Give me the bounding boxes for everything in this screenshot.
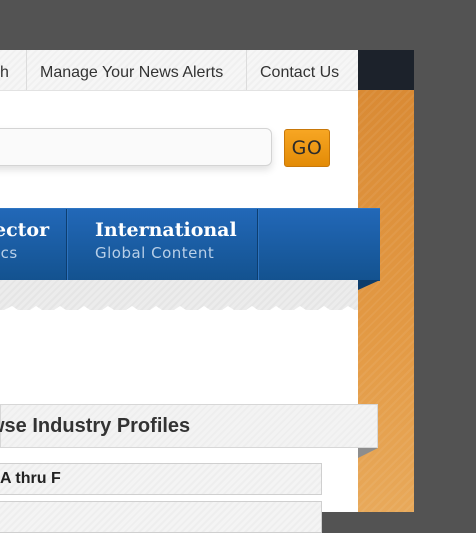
list-item-label: A thru F [0,470,61,487]
topnav-link-contact[interactable]: Contact Us [260,50,339,90]
tab-divider [257,209,258,281]
search-input[interactable] [0,128,272,166]
tab-sector-title: ector [0,219,50,241]
panel-title: wse Industry Profiles [0,415,191,437]
top-navigation: ch Manage Your News Alerts Contact Us [0,50,358,91]
topnav-link-news-alerts[interactable]: Manage Your News Alerts [40,50,223,90]
topnav-divider [26,50,27,90]
list-item[interactable]: A thru F [0,463,322,495]
tab-sector[interactable]: ector ics [0,209,66,281]
tab-international-title: International [95,219,237,241]
panel-header-fold [358,448,378,458]
tab-bar-fold [358,280,380,290]
tab-sector-subtitle: ics [0,244,18,262]
industry-profiles-header: wse Industry Profiles [0,404,378,448]
topnav-link-search[interactable]: ch [0,50,9,90]
topnav-divider [246,50,247,90]
list-item[interactable] [0,501,322,533]
tab-international-subtitle: Global Content [95,244,215,262]
category-tab-bar: ector ics International Global Content [0,208,380,281]
header-dark-band [358,50,414,90]
tab-international[interactable]: International Global Content [67,209,257,281]
go-button[interactable]: GO [284,129,330,167]
zigzag-edge [0,306,358,322]
